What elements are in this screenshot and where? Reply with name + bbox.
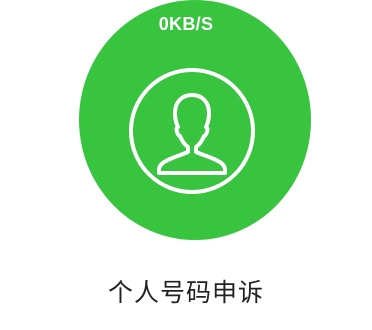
appeal-screen: 0KB/S 个人号码申诉 [0,0,372,330]
network-speed-indicator: 0KB/S [158,14,214,34]
appeal-title-label[interactable]: 个人号码申诉 [0,278,372,308]
user-avatar-icon [126,65,258,197]
